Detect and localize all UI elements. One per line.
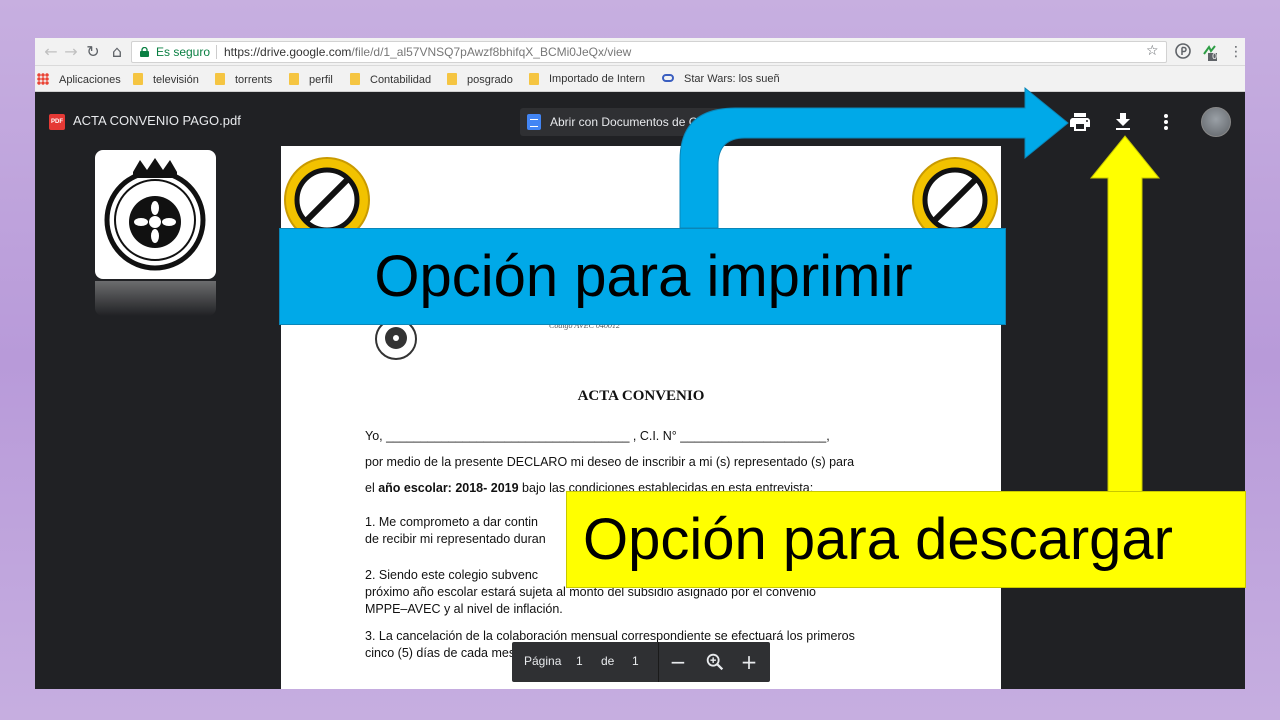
yellow-arrow-shape (1089, 135, 1161, 494)
print-callout: Opción para imprimir (279, 228, 1006, 325)
download-callout-text: Opción para descargar (583, 507, 1173, 572)
callout-arrows (679, 86, 1161, 494)
blue-arrow-shape (679, 86, 1069, 229)
print-callout-text: Opción para imprimir (374, 244, 913, 309)
download-callout: Opción para descargar (566, 491, 1246, 588)
